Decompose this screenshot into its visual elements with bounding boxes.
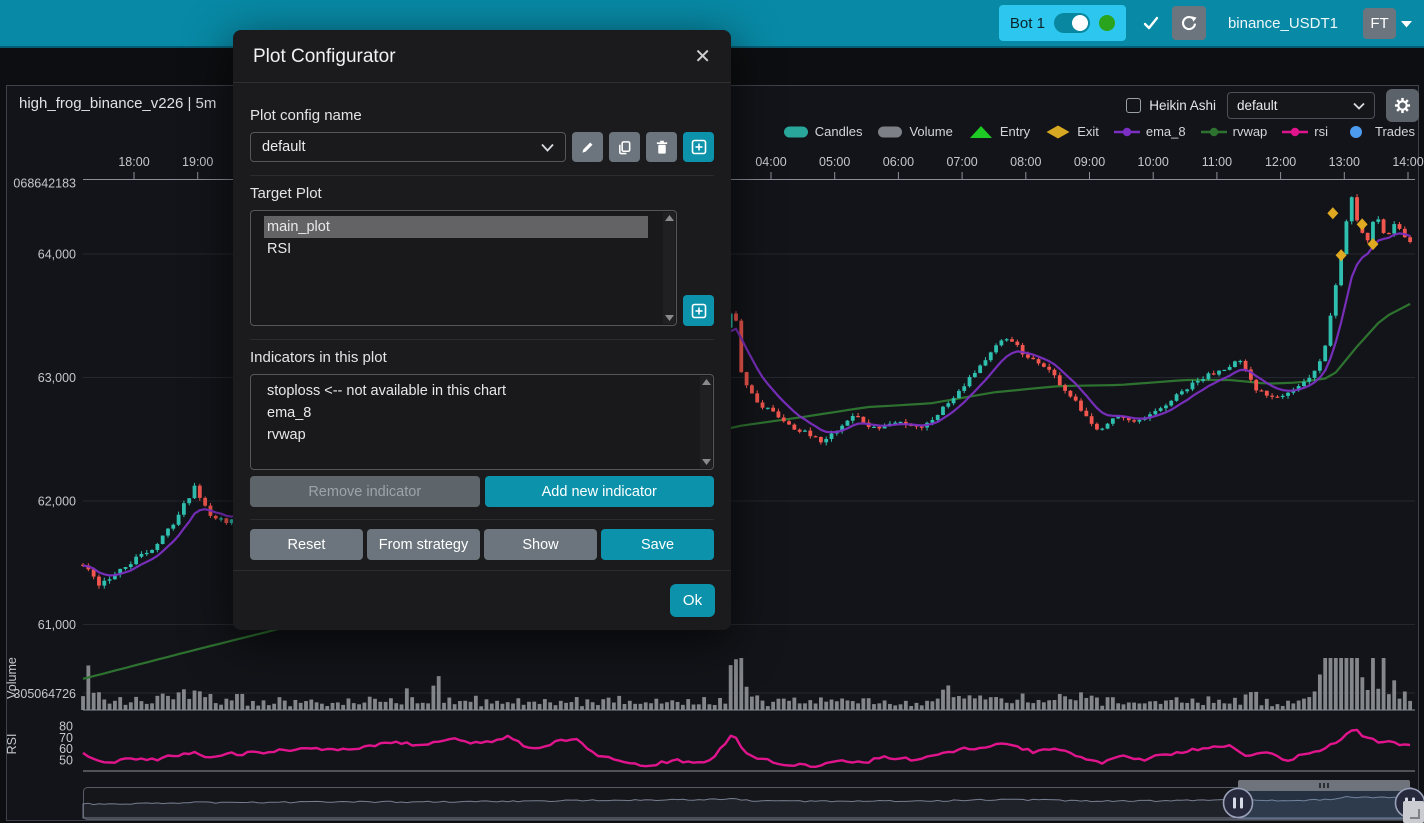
indicator-option[interactable]: rvwap [264,424,685,446]
legend-label: rsi [1314,124,1328,139]
legend-item-trades[interactable]: Trades [1343,124,1415,139]
refresh-icon [1180,14,1198,32]
heikin-ashi-checkbox[interactable] [1126,98,1141,113]
plot-config-select-value: default [1237,98,1278,113]
plus-square-icon [691,303,707,319]
scrollbar[interactable] [700,376,712,468]
plot-settings-button[interactable] [1386,89,1419,122]
scrollbar[interactable] [663,212,675,324]
indicator-option[interactable]: ema_8 [264,402,685,424]
pencil-icon [580,140,595,155]
refresh-button[interactable] [1172,6,1206,40]
legend-item-volume[interactable]: Volume [877,124,952,139]
indicators-listbox[interactable]: stoploss <-- not available in this chart… [250,374,714,470]
rsi-legend-swatch [1282,125,1308,139]
show-button[interactable]: Show [484,529,597,560]
edit-config-button[interactable] [572,132,603,162]
plot-configurator-modal: Plot Configurator ✕ Plot config name def… [233,30,731,630]
chevron-down-icon [541,143,554,152]
target-plot-listbox[interactable]: main_plotRSI [250,210,677,326]
ft-caret-icon [1401,15,1412,33]
scroll-up-icon[interactable] [702,379,711,385]
bot-selector-chip[interactable]: Bot 1 [999,5,1126,41]
from-strategy-button[interactable]: From strategy [367,529,480,560]
target-plot-label: Target Plot [250,185,714,202]
check-icon [1143,16,1159,30]
indicators-label: Indicators in this plot [250,349,714,366]
legend-item-entry[interactable]: Entry [968,124,1030,139]
config-name-select-value: default [262,139,306,155]
heikin-ashi-label: Heikin Ashi [1149,98,1216,113]
gear-icon [1394,97,1411,114]
legend-item-rsi[interactable]: rsi [1282,124,1328,139]
ft-label: FT [1370,15,1388,32]
modal-footer: Ok [233,570,731,630]
trash-icon [655,140,669,155]
scroll-up-icon[interactable] [665,215,674,221]
bot-online-indicator [1099,15,1115,31]
modal-header: Plot Configurator ✕ [233,30,731,83]
legend-label: ema_8 [1146,124,1186,139]
add-target-plot-button[interactable] [683,295,714,326]
remove-indicator-button[interactable]: Remove indicator [250,476,480,507]
legend-label: Volume [909,124,952,139]
target-plot-option[interactable]: RSI [264,238,648,260]
config-name-select[interactable]: default [250,132,566,162]
copy-icon [617,140,632,155]
plot-config-select[interactable]: default [1227,92,1375,119]
duplicate-config-button[interactable] [609,132,640,162]
bot-name-label: Bot 1 [1010,15,1045,32]
volume-legend-swatch [877,125,903,139]
delete-config-button[interactable] [646,132,677,162]
scroll-down-icon[interactable] [665,315,674,321]
trades-legend-swatch [1343,125,1369,139]
chart-legend: Candles Volume Entry Exit ema_8 rvwap rsi Trade… [783,124,1415,139]
plus-square-icon [691,139,707,155]
pair-label[interactable]: binance_USDT1 [1228,15,1338,32]
toggle-knob [1072,15,1088,31]
add-config-button[interactable] [683,132,714,162]
chart-title: high_frog_binance_v226 | 5m [19,95,216,112]
scroll-down-icon[interactable] [702,459,711,465]
rvwap-legend-swatch [1201,125,1227,139]
indicator-option[interactable]: stoploss <-- not available in this chart [264,380,685,402]
add-new-indicator-button[interactable]: Add new indicator [485,476,715,507]
legend-item-ema_8[interactable]: ema_8 [1114,124,1186,139]
close-icon[interactable]: ✕ [694,47,711,67]
legend-label: Entry [1000,124,1030,139]
resize-handle[interactable] [1403,801,1424,823]
target-plot-option[interactable]: main_plot [264,216,648,238]
legend-label: rvwap [1233,124,1268,139]
legend-item-rvwap[interactable]: rvwap [1201,124,1268,139]
reset-button[interactable]: Reset [250,529,363,560]
chevron-down-icon [1353,102,1365,110]
bot-enabled-toggle[interactable] [1054,13,1090,33]
legend-label: Candles [815,124,863,139]
legend-label: Trades [1375,124,1415,139]
modal-title: Plot Configurator [253,46,396,68]
entry-legend-swatch [968,125,994,139]
legend-label: Exit [1077,124,1099,139]
plot-config-name-label: Plot config name [250,107,714,124]
legend-item-candles[interactable]: Candles [783,124,863,139]
ft-menu-button[interactable]: FT [1363,8,1396,39]
ok-button[interactable]: Ok [670,584,715,617]
exit-legend-swatch [1045,125,1071,139]
candles-legend-swatch [783,125,809,139]
legend-item-exit[interactable]: Exit [1045,124,1099,139]
ema_8-legend-swatch [1114,125,1140,139]
save-button[interactable]: Save [601,529,714,560]
